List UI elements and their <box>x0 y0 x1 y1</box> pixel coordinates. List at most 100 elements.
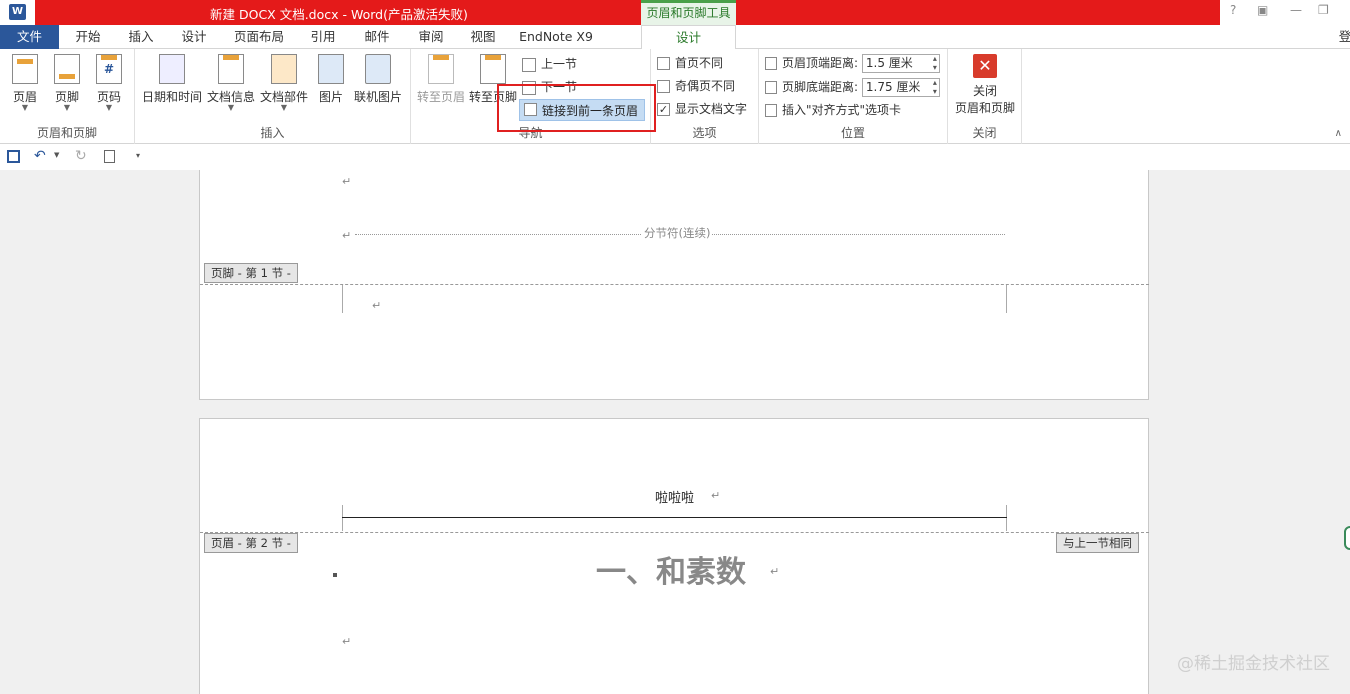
paragraph-mark: ↵ <box>711 489 721 502</box>
tab-view[interactable]: 视图 <box>462 25 504 49</box>
header-icon <box>12 54 38 84</box>
page-number-button[interactable]: # 页码 ▼ <box>92 54 126 112</box>
picture-button[interactable]: 图片 <box>313 54 349 105</box>
chevron-down-icon: ▼ <box>105 103 113 112</box>
tab-insert[interactable]: 插入 <box>120 25 162 49</box>
new-document-icon[interactable] <box>104 150 115 163</box>
ribbon-tabs: 文件 开始 插入 设计 页面布局 引用 邮件 审阅 视图 EndNote X9 … <box>0 25 1350 50</box>
alignment-tab-icon <box>765 104 777 117</box>
picture-label: 图片 <box>318 90 343 104</box>
checkbox-unchecked[interactable] <box>657 57 670 70</box>
header-button[interactable]: 页眉 ▼ <box>8 54 42 112</box>
paragraph-mark: ↵ <box>770 565 780 578</box>
paragraph-mark: ↵ <box>372 299 382 312</box>
group-position: 页眉顶端距离: 1.5 厘米 页脚底端距离: 1.75 厘米 插入"对齐方式"选… <box>759 49 948 144</box>
header-rule <box>342 517 1007 518</box>
doc-info-icon <box>218 54 244 84</box>
header-distance-icon <box>765 57 777 70</box>
group-insert: 日期和时间 文档信息 ▼ 文档部件 ▼ 图片 联机图片 插入 <box>135 49 411 144</box>
tab-file[interactable]: 文件 <box>0 25 59 49</box>
side-floating-icon[interactable] <box>1344 526 1350 550</box>
tab-header-footer-design[interactable]: 设计 <box>641 25 736 50</box>
close-header-footer-button[interactable]: ✕ 关闭 页眉和页脚 <box>950 54 1020 116</box>
help-icon[interactable]: ? <box>1230 3 1236 17</box>
paragraph-mark: ↵ <box>342 229 352 242</box>
list-bullet-mark <box>333 573 337 577</box>
tab-endnote[interactable]: EndNote X9 <box>516 25 596 49</box>
word-app-icon[interactable]: W <box>9 4 26 20</box>
footer-button[interactable]: 页脚 ▼ <box>50 54 84 112</box>
footer-distance-row: 页脚底端距离: 1.75 厘米 <box>765 77 940 97</box>
different-odd-even-label: 奇偶页不同 <box>675 79 736 93</box>
checkbox-checked[interactable]: ✓ <box>657 103 670 116</box>
page-2: 啦啦啦 ↵ 页眉 - 第 2 节 - 与上一节相同 一、和素数 ↵ ↵ <box>199 418 1149 694</box>
date-time-button[interactable]: 日期和时间 <box>139 54 205 105</box>
chevron-down-icon: ▼ <box>227 103 235 112</box>
header-boundary <box>200 532 1149 533</box>
insert-alignment-tab-button[interactable]: 插入"对齐方式"选项卡 <box>765 100 901 120</box>
footer-margin-right <box>1006 285 1007 313</box>
footer-icon <box>54 54 80 84</box>
tab-references[interactable]: 引用 <box>302 25 344 49</box>
checkbox-unchecked[interactable] <box>657 80 670 93</box>
tab-review[interactable]: 审阅 <box>410 25 452 49</box>
tab-mailings[interactable]: 邮件 <box>356 25 398 49</box>
maximize-icon[interactable]: ❐ <box>1318 3 1329 17</box>
tab-design[interactable]: 设计 <box>172 25 216 49</box>
annotation-highlight-box <box>497 84 656 132</box>
footer-distance-label: 页脚底端距离: <box>782 80 859 94</box>
calendar-clock-icon <box>159 54 185 84</box>
undo-icon[interactable]: ↶ <box>34 148 46 164</box>
quick-parts-button[interactable]: 文档部件 ▼ <box>258 54 310 112</box>
date-time-label: 日期和时间 <box>141 90 202 104</box>
header-margin-left <box>342 505 343 531</box>
previous-section-icon <box>522 57 536 72</box>
footer-distance-spinner[interactable]: 1.75 厘米 <box>861 78 940 97</box>
doc-info-label: 文档信息 <box>206 90 255 104</box>
online-picture-button[interactable]: 联机图片 <box>351 54 405 105</box>
minimize-icon[interactable]: — <box>1290 3 1302 17</box>
save-icon[interactable] <box>7 150 20 163</box>
quick-parts-label: 文档部件 <box>259 90 308 104</box>
group-label-header-footer: 页眉和页脚 <box>36 126 97 140</box>
chevron-down-icon: ▼ <box>63 103 71 112</box>
show-document-text-option[interactable]: ✓ 显示文档文字 <box>657 99 747 119</box>
goto-footer-icon <box>480 54 506 84</box>
tab-page-layout[interactable]: 页面布局 <box>228 25 290 49</box>
quick-access-toolbar: ↶ ▼ ↻ ▾ <box>0 145 1350 170</box>
online-picture-icon <box>365 54 391 84</box>
doc-info-button[interactable]: 文档信息 ▼ <box>205 54 257 112</box>
different-first-page-label: 首页不同 <box>675 56 724 70</box>
group-label-insert: 插入 <box>260 126 285 140</box>
goto-header-button[interactable]: 转至页眉 <box>415 54 467 105</box>
document-canvas: ↵ ↵ 分节符(连续) 页脚 - 第 1 节 - ↵ 啦啦啦 ↵ 页眉 - 第 … <box>0 170 1350 694</box>
close-icon: ✕ <box>973 54 997 78</box>
ribbon-display-options-icon[interactable]: ▣ <box>1257 3 1268 17</box>
tab-home[interactable]: 开始 <box>66 25 110 49</box>
insert-alignment-tab-label: 插入"对齐方式"选项卡 <box>782 103 902 117</box>
collapse-ribbon-icon[interactable]: ∧ <box>1335 128 1342 139</box>
account-label[interactable]: 登 <box>1338 25 1350 49</box>
undo-dropdown-icon[interactable]: ▼ <box>54 151 59 159</box>
header-text[interactable]: 啦啦啦 <box>200 487 1149 506</box>
customize-qat-icon[interactable]: ▾ <box>136 151 140 160</box>
page-number-label: 页码 <box>96 90 121 104</box>
different-odd-even-option[interactable]: 奇偶页不同 <box>657 76 735 96</box>
header-distance-spinner[interactable]: 1.5 厘米 <box>861 54 940 73</box>
goto-header-label: 转至页眉 <box>416 90 465 104</box>
document-title: 新建 DOCX 文档.docx - Word(产品激活失败) <box>210 7 468 22</box>
picture-icon <box>318 54 344 84</box>
redo-icon[interactable]: ↻ <box>75 148 87 164</box>
group-header-footer: 页眉 ▼ 页脚 ▼ # 页码 ▼ 页眉和页脚 <box>0 49 135 144</box>
show-document-text-label: 显示文档文字 <box>675 102 748 116</box>
close-label-line2: 页眉和页脚 <box>954 101 1015 115</box>
section-break-label: 分节符(连续) <box>642 225 713 241</box>
page-number-icon: # <box>96 54 122 84</box>
page-1: ↵ ↵ 分节符(连续) 页脚 - 第 1 节 - ↵ <box>199 170 1149 400</box>
heading-1[interactable]: 一、和素数 <box>596 547 746 591</box>
different-first-page-option[interactable]: 首页不同 <box>657 53 723 73</box>
header-button-label: 页眉 <box>12 90 37 104</box>
quick-parts-icon <box>271 54 297 84</box>
previous-section-button[interactable]: 上一节 <box>522 54 577 74</box>
header-margin-right <box>1006 505 1007 531</box>
